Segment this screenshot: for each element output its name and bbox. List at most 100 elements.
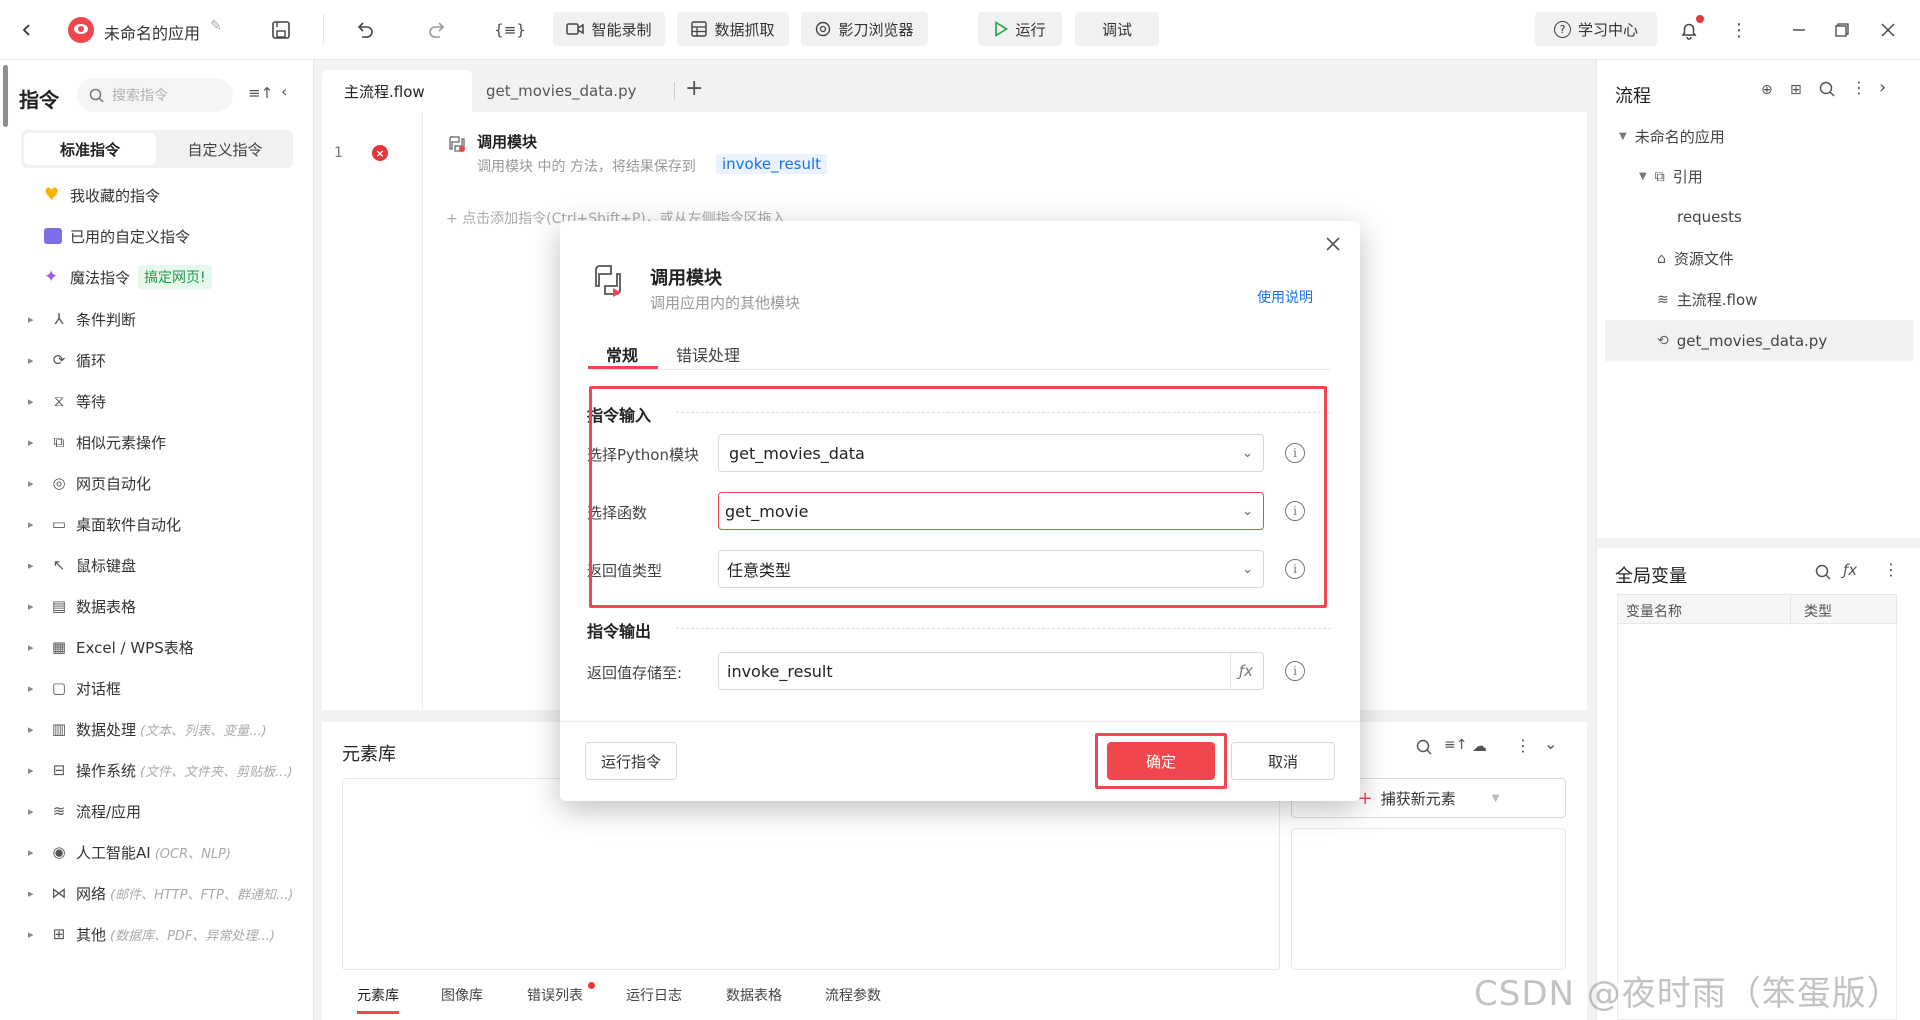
yingdao-browser-button[interactable]: 影刀浏览器 xyxy=(801,12,928,46)
element-more-icon[interactable]: ⋮ xyxy=(1515,736,1531,755)
dialog-close-icon[interactable] xyxy=(1325,236,1341,252)
bell-icon[interactable] xyxy=(1676,15,1704,43)
collapse-panel-icon[interactable]: ‹ xyxy=(281,82,287,101)
category-item[interactable]: ▸ ▭ 桌面软件自动化 xyxy=(28,512,181,536)
element-search-icon[interactable] xyxy=(1416,739,1432,755)
expand-arrow-icon[interactable]: ▸ xyxy=(28,354,42,367)
variable-icon[interactable]: {≡} xyxy=(494,17,526,43)
expand-arrow-icon[interactable]: ▸ xyxy=(28,641,42,654)
cancel-button[interactable]: 取消 xyxy=(1231,742,1335,780)
flow-more-icon[interactable]: ⋮ xyxy=(1851,78,1867,97)
close-window-icon[interactable] xyxy=(1875,17,1901,43)
category-item[interactable]: ▸ ⧉ 相似元素操作 xyxy=(28,430,166,454)
tree-py-file-node[interactable]: ⟲ get_movies_data.py xyxy=(1605,320,1913,361)
add-flow-icon[interactable]: ⊕ xyxy=(1761,82,1773,98)
category-item[interactable]: ▸ ⋈ 网络 (邮件、HTTP、FTP、群通知...) xyxy=(28,881,293,905)
expand-arrow-icon[interactable]: ▸ xyxy=(28,928,42,941)
bottom-tab[interactable]: 流程参数 xyxy=(825,985,881,1005)
global-vars-search-icon[interactable] xyxy=(1815,564,1831,580)
category-item[interactable]: ▸ ⊟ 操作系统 (文件、文件夹、剪贴板...) xyxy=(28,758,293,782)
save-icon[interactable] xyxy=(268,17,294,43)
category-item[interactable]: ▸ ⧖ 等待 xyxy=(28,389,106,413)
sort-icon[interactable]: ≡↑ xyxy=(248,84,273,102)
debug-button[interactable]: 调试 xyxy=(1075,12,1159,46)
category-item[interactable]: ▸ ▢ 对话框 xyxy=(28,676,121,700)
expand-arrow-icon[interactable]: ▸ xyxy=(28,559,42,572)
favorite-commands-item[interactable]: ♥ 我收藏的指令 xyxy=(44,183,160,207)
expand-arrow-icon[interactable]: ▸ xyxy=(28,518,42,531)
category-item[interactable]: ▸ ◉ 人工智能AI (OCR、NLP) xyxy=(28,840,231,864)
run-command-button[interactable]: 运行指令 xyxy=(585,742,677,780)
redo-icon[interactable] xyxy=(424,17,450,43)
more-menu-icon[interactable]: ⋮ xyxy=(1726,17,1752,43)
expand-arrow-icon[interactable]: ▸ xyxy=(28,887,42,900)
tree-reference-node[interactable]: ▼ ⧉ 引用 xyxy=(1639,166,1703,187)
run-button[interactable]: 运行 xyxy=(978,12,1062,46)
tab-standard-commands[interactable]: 标准指令 xyxy=(24,133,156,165)
magic-commands-item[interactable]: ✦ 魔法指令 搞定网页! xyxy=(44,265,212,289)
panel-scroll-handle[interactable] xyxy=(3,65,8,127)
element-sort-icon[interactable]: ≡↑ xyxy=(1444,737,1467,753)
category-item[interactable]: ▸ ▥ 数据处理 (文本、列表、变量...) xyxy=(28,717,267,741)
help-link[interactable]: 使用说明 xyxy=(1257,287,1313,307)
category-item[interactable]: ▸ ◎ 网页自动化 xyxy=(28,471,151,495)
step-title[interactable]: 调用模块 xyxy=(477,131,537,152)
category-item[interactable]: ▸ ⟳ 循环 xyxy=(28,348,106,372)
bottom-tab[interactable]: 元素库 xyxy=(357,985,399,1005)
tree-main-flow-node[interactable]: ≋ 主流程.flow xyxy=(1657,289,1757,310)
bottom-tab[interactable]: 数据表格 xyxy=(726,985,782,1005)
bottom-tab[interactable]: 图像库 xyxy=(441,985,483,1005)
expand-arrow-icon[interactable]: ▸ xyxy=(28,764,42,777)
tab-general[interactable]: 常规 xyxy=(606,342,638,366)
app-name[interactable]: 未命名的应用 xyxy=(104,20,200,44)
command-search-input[interactable]: 搜索指令 xyxy=(77,78,233,112)
tree-resources-node[interactable]: ⌂ 资源文件 xyxy=(1657,248,1734,269)
rename-icon[interactable]: ✎ xyxy=(210,18,222,34)
expand-arrow-icon[interactable]: ▸ xyxy=(28,723,42,736)
bottom-tab[interactable]: 运行日志 xyxy=(626,985,682,1005)
fx-icon[interactable]: ƒx xyxy=(1843,561,1857,579)
save-to-input[interactable]: invoke_result ƒx xyxy=(718,652,1264,690)
collapse-right-icon[interactable]: › xyxy=(1879,77,1886,98)
tree-app-node[interactable]: ▼ 未命名的应用 xyxy=(1619,126,1725,147)
add-module-icon[interactable]: ⊞ xyxy=(1790,82,1802,98)
used-custom-commands-item[interactable]: 已用的自定义指令 xyxy=(44,224,190,248)
back-icon[interactable] xyxy=(14,17,40,43)
element-collapse-icon[interactable]: ⌄ xyxy=(1544,734,1557,753)
expand-arrow-icon[interactable]: ▸ xyxy=(28,805,42,818)
add-tab-icon[interactable]: + xyxy=(685,76,703,101)
error-icon[interactable]: × xyxy=(372,145,388,161)
expand-arrow-icon[interactable]: ▸ xyxy=(28,313,42,326)
category-item[interactable]: ▸ ⊞ 其他 (数据库、PDF、异常处理...) xyxy=(28,922,275,946)
tab-main-flow[interactable]: 主流程.flow xyxy=(322,70,472,112)
expand-arrow-icon[interactable]: ▸ xyxy=(28,846,42,859)
category-item[interactable]: ▸ ▦ Excel / WPS表格 xyxy=(28,635,194,659)
upload-cloud-icon[interactable]: ☁ xyxy=(1472,737,1487,755)
expand-arrow-icon[interactable]: ▸ xyxy=(28,682,42,695)
category-item[interactable]: ▸ ⅄ 条件判断 xyxy=(28,307,136,331)
expand-arrow-icon[interactable]: ▸ xyxy=(28,436,42,449)
capture-dropdown-icon[interactable]: ▼ xyxy=(1492,793,1500,804)
step-result-variable[interactable]: invoke_result xyxy=(716,154,828,174)
category-item[interactable]: ▸ ▤ 数据表格 xyxy=(28,594,136,618)
expand-arrow-icon[interactable]: ▸ xyxy=(28,600,42,613)
bottom-tab[interactable]: 错误列表 xyxy=(527,985,583,1005)
flow-search-icon[interactable] xyxy=(1819,81,1835,97)
undo-icon[interactable] xyxy=(352,17,378,43)
category-item[interactable]: ▸ ≋ 流程/应用 xyxy=(28,799,141,823)
fx-icon[interactable]: ƒx xyxy=(1239,662,1253,680)
tab-error-handling[interactable]: 错误处理 xyxy=(676,342,740,366)
expand-arrow-icon[interactable]: ▸ xyxy=(28,395,42,408)
expand-arrow-icon[interactable]: ▸ xyxy=(28,477,42,490)
tab-custom-commands[interactable]: 自定义指令 xyxy=(161,133,289,165)
global-vars-more-icon[interactable]: ⋮ xyxy=(1883,560,1899,579)
learning-center-button[interactable]: ? 学习中心 xyxy=(1535,12,1657,46)
data-scrape-button[interactable]: 数据抓取 xyxy=(677,12,789,46)
minimize-icon[interactable] xyxy=(1786,17,1812,43)
tab-py-file[interactable]: get_movies_data.py xyxy=(486,70,676,112)
save-to-info-icon[interactable]: i xyxy=(1285,661,1305,681)
category-item[interactable]: ▸ ↖ 鼠标键盘 xyxy=(28,553,136,577)
smart-record-button[interactable]: 智能录制 xyxy=(553,12,665,46)
restore-icon[interactable] xyxy=(1829,17,1855,43)
tree-requests-node[interactable]: requests xyxy=(1677,208,1742,226)
